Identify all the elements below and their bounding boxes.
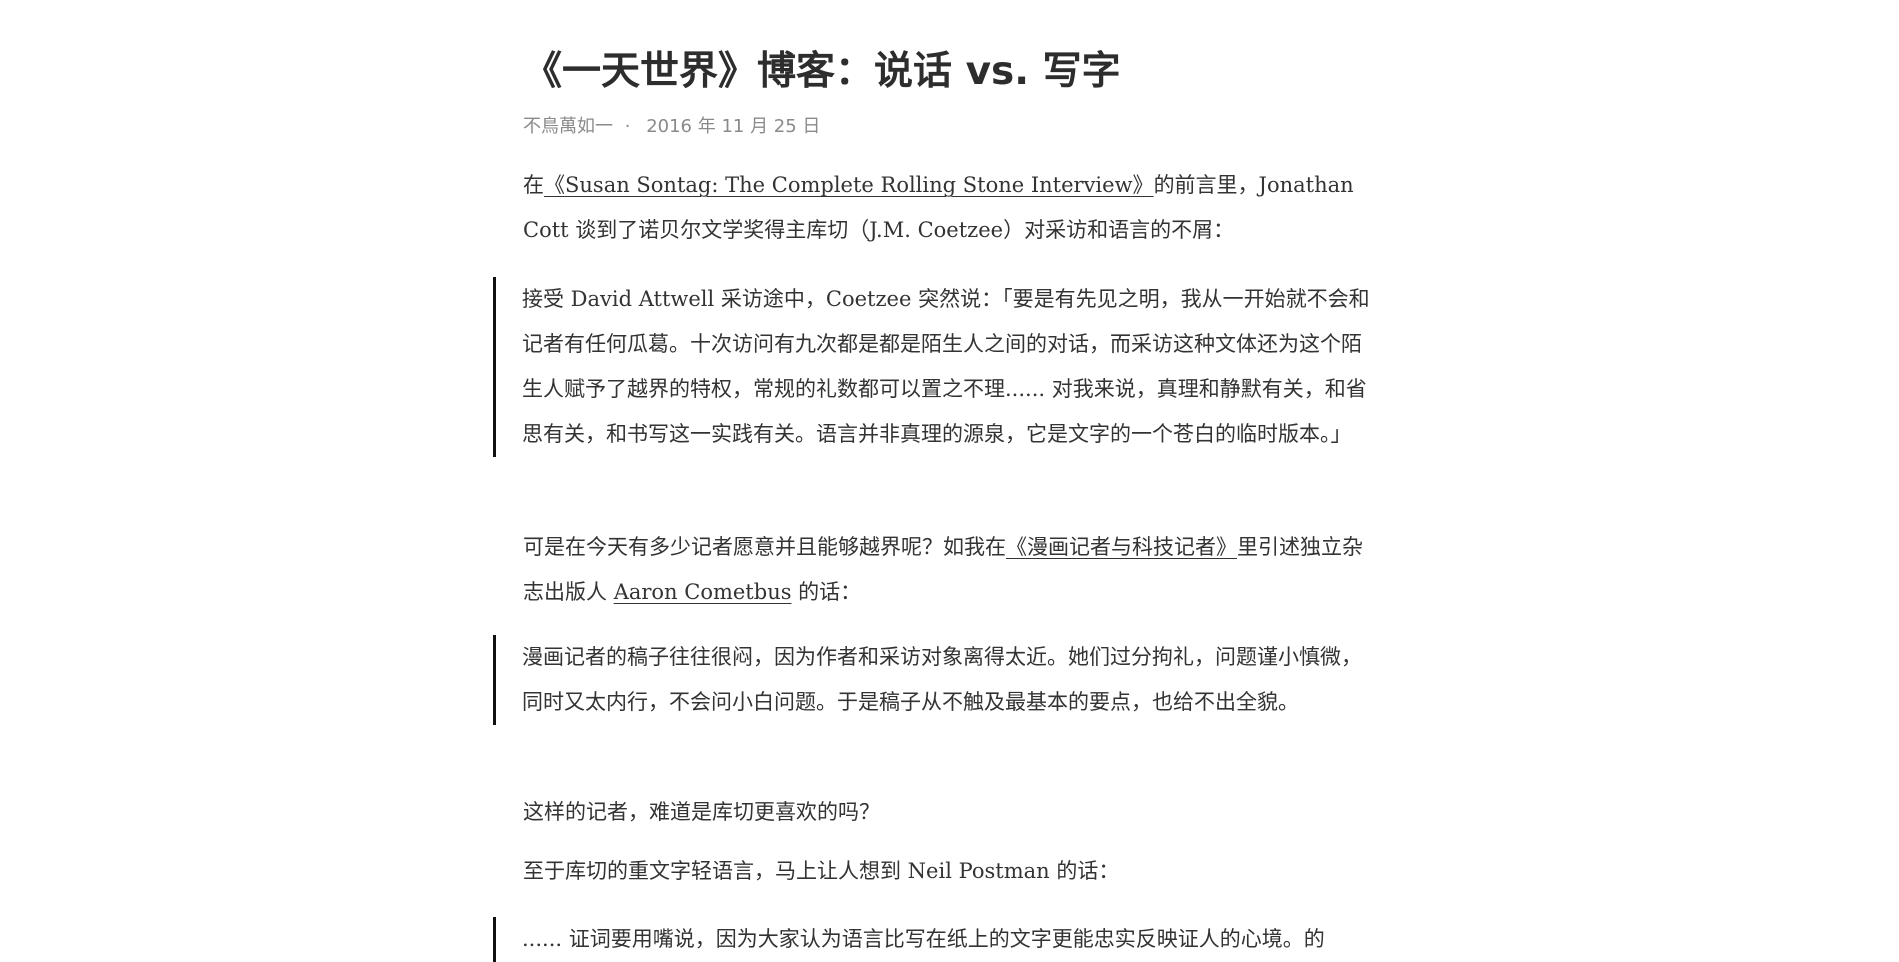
meta-separator: · xyxy=(624,116,631,137)
post-date: 2016 年 11 月 25 日 xyxy=(646,116,821,137)
link-comic-tech-journalists[interactable]: 《漫画记者与科技记者》 xyxy=(1006,535,1237,559)
paragraph-journalists: 可是在今天有多少记者愿意并且能够越界呢？如我在《漫画记者与科技记者》里引述独立杂… xyxy=(523,525,1383,615)
quote-text: ...... 证词要用嘴说，因为大家认为语言比写在纸上的文字更能忠实反映证人的心… xyxy=(522,927,1325,951)
blockquote-cometbus: 漫画记者的稿子往往很闷，因为作者和采访对象离得太近。她们过分拘礼，问题谨小慎微，… xyxy=(493,635,1382,725)
paragraph-text: 可是在今天有多少记者愿意并且能够越界呢？如我在 xyxy=(523,535,1006,559)
link-aaron-cometbus[interactable]: Aaron Cometbus xyxy=(614,580,792,604)
blockquote-postman: ...... 证词要用嘴说，因为大家认为语言比写在纸上的文字更能忠实反映证人的心… xyxy=(493,917,1382,962)
post-meta: 不鳥萬如一 · 2016 年 11 月 25 日 xyxy=(523,114,820,140)
paragraph-question: 这样的记者，难道是库切更喜欢的吗？ xyxy=(523,800,880,824)
blockquote-coetzee: 接受 David Attwell 采访途中，Coetzee 突然说：「要是有先见… xyxy=(493,277,1382,457)
post-title: 《一天世界》博客：说话 vs. 写字 xyxy=(523,49,1121,94)
paragraph-intro: 在《Susan Sontag: The Complete Rolling Sto… xyxy=(523,163,1383,253)
paragraph-postman: 至于库切的重文字轻语言，马上让人想到 Neil Postman 的话： xyxy=(523,859,1120,883)
link-susan-sontag-interview[interactable]: 《Susan Sontag: The Complete Rolling Ston… xyxy=(544,173,1154,197)
paragraph-text: 在 xyxy=(523,173,544,197)
paragraph-text: 的话： xyxy=(791,580,862,604)
quote-text: 漫画记者的稿子往往很闷，因为作者和采访对象离得太近。她们过分拘礼，问题谨小慎微，… xyxy=(522,645,1362,714)
quote-text: 接受 David Attwell 采访途中，Coetzee 突然说：「要是有先见… xyxy=(522,287,1370,446)
author-name[interactable]: 不鳥萬如一 xyxy=(523,116,613,137)
